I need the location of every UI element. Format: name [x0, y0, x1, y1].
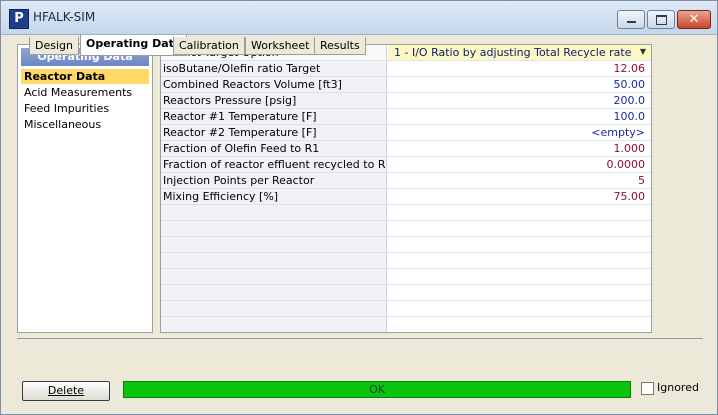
row-label — [161, 301, 387, 316]
window-body: Operating Data Reactor Data Acid Measure… — [1, 35, 717, 414]
row-label: Reactors Pressure [psig] — [161, 93, 387, 108]
grid-row: isoButane/Olefin ratio Target 12.06 — [161, 61, 651, 77]
ignored-label: Ignored — [657, 381, 699, 394]
empty-grid-row — [161, 205, 651, 221]
reactor-1-temperature-field[interactable]: 100.0 — [388, 109, 651, 124]
maximize-icon — [656, 15, 667, 25]
status-bar: OK — [123, 381, 631, 398]
row-label: Fraction of Olefin Feed to R1 — [161, 141, 387, 156]
tab-strip-divider — [17, 338, 703, 339]
empty-grid-row — [161, 317, 651, 332]
tab-calibration[interactable]: Calibration — [173, 37, 245, 55]
io-ratio-target-field[interactable]: 12.06 — [388, 61, 651, 76]
minimize-button[interactable] — [617, 10, 645, 29]
row-label — [161, 221, 387, 236]
grid-row: Fraction of reactor effluent recycled to… — [161, 157, 651, 173]
tab-worksheet[interactable]: Worksheet — [245, 37, 316, 55]
row-label — [161, 253, 387, 268]
injection-points-field[interactable]: 5 — [388, 173, 651, 188]
row-label — [161, 237, 387, 252]
grid-row: Reactor #2 Temperature [F] <empty> — [161, 125, 651, 141]
grid-row: Injection Points per Reactor 5 — [161, 173, 651, 189]
empty-grid-row — [161, 285, 651, 301]
effluent-recycle-fraction-field[interactable]: 0.0000 — [388, 157, 651, 172]
row-label: Combined Reactors Volume [ft3] — [161, 77, 387, 92]
hfalk-sim-window: P HFALK-SIM ✕ Operating Data Reactor Dat… — [0, 0, 718, 415]
grid-row: Reactor #1 Temperature [F] 100.0 — [161, 109, 651, 125]
grid-row: Reactors Pressure [psig] 200.0 — [161, 93, 651, 109]
tab-operating-data[interactable]: Operating Data — [80, 35, 188, 56]
delete-button[interactable]: Delete — [22, 381, 110, 401]
title-bar[interactable]: P HFALK-SIM ✕ — [1, 1, 717, 35]
nav-item-feed-impurities[interactable]: Feed Impurities — [21, 101, 149, 116]
reactors-pressure-field[interactable]: 200.0 — [388, 93, 651, 108]
window-title: HFALK-SIM — [33, 10, 96, 24]
tab-design[interactable]: Design — [29, 37, 79, 55]
mixing-efficiency-field[interactable]: 75.00 — [388, 189, 651, 204]
nav-item-reactor-data[interactable]: Reactor Data — [21, 69, 149, 84]
empty-grid-row — [161, 237, 651, 253]
olefin-feed-fraction-field[interactable]: 1.000 — [388, 141, 651, 156]
delete-button-label: Delete — [47, 384, 85, 397]
app-icon: P — [9, 9, 29, 29]
predict-target-option-select[interactable]: 1 - I/O Ratio by adjusting Total Recycle… — [388, 45, 651, 60]
reactor-data-grid: Predict Target Option 1 - I/O Ratio by a… — [160, 44, 652, 333]
row-label: Reactor #2 Temperature [F] — [161, 125, 387, 140]
grid-row: Mixing Efficiency [%] 75.00 — [161, 189, 651, 205]
tab-results[interactable]: Results — [314, 37, 366, 55]
grid-row: Combined Reactors Volume [ft3] 50.00 — [161, 77, 651, 93]
close-icon: ✕ — [688, 12, 700, 27]
row-label: Reactor #1 Temperature [F] — [161, 109, 387, 124]
empty-grid-row — [161, 221, 651, 237]
row-label — [161, 205, 387, 220]
reactors-volume-field[interactable]: 50.00 — [388, 77, 651, 92]
close-button[interactable]: ✕ — [677, 10, 711, 29]
dropdown-arrow-icon[interactable]: ▼ — [637, 46, 649, 58]
row-label: Fraction of reactor effluent recycled to… — [161, 157, 387, 172]
minimize-icon — [627, 21, 636, 23]
ignored-checkbox[interactable] — [641, 382, 654, 395]
operating-data-nav: Operating Data Reactor Data Acid Measure… — [17, 44, 153, 333]
row-label — [161, 285, 387, 300]
empty-grid-row — [161, 269, 651, 285]
row-label — [161, 269, 387, 284]
row-label: Injection Points per Reactor — [161, 173, 387, 188]
nav-item-miscellaneous[interactable]: Miscellaneous — [21, 117, 149, 132]
grid-row: Fraction of Olefin Feed to R1 1.000 — [161, 141, 651, 157]
row-label: Mixing Efficiency [%] — [161, 189, 387, 204]
reactor-2-temperature-field[interactable]: <empty> — [388, 125, 651, 140]
maximize-button[interactable] — [647, 10, 675, 29]
empty-grid-row — [161, 253, 651, 269]
row-label: isoButane/Olefin ratio Target — [161, 61, 387, 76]
empty-grid-row — [161, 301, 651, 317]
row-label — [161, 317, 387, 332]
nav-item-acid-measurements[interactable]: Acid Measurements — [21, 85, 149, 100]
